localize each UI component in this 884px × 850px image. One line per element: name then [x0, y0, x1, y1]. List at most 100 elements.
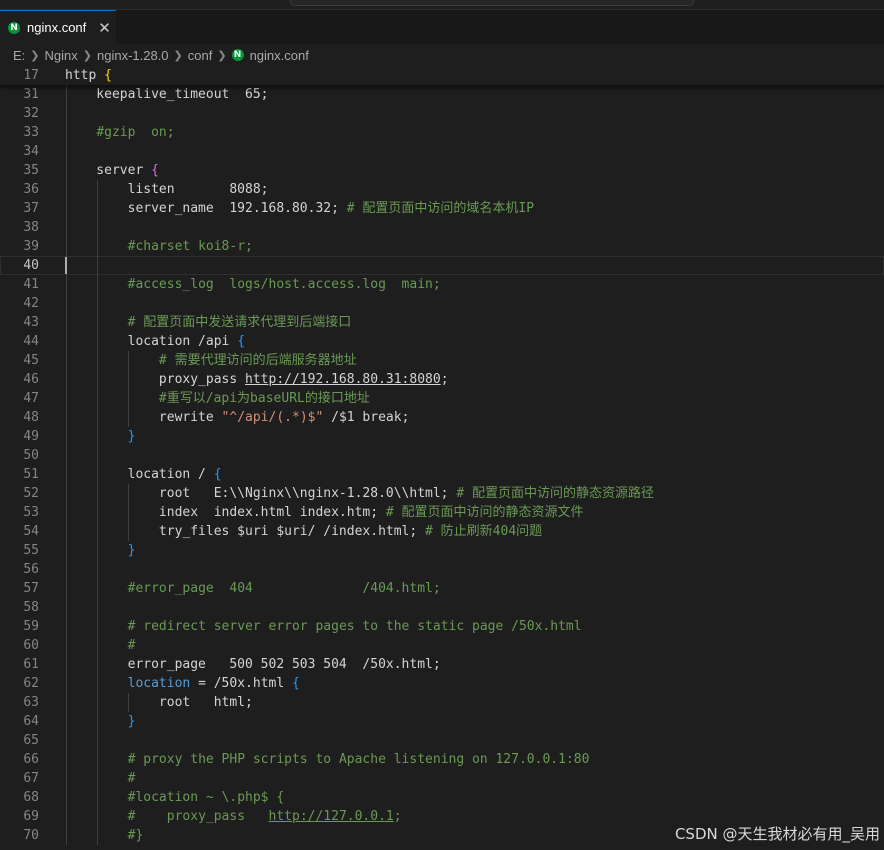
code-line[interactable]: 62 location = /50x.html { [0, 674, 884, 693]
code-line[interactable]: 56 [0, 560, 884, 579]
code-line[interactable]: 36 listen 8088; [0, 180, 884, 199]
line-number: 53 [23, 505, 39, 520]
code-line[interactable]: 61 error_page 500 502 503 504 /50x.html; [0, 655, 884, 674]
code-line[interactable]: 58 [0, 598, 884, 617]
sticky-code: http { [65, 66, 112, 85]
code-token: server_name 192.168.80.32; [65, 201, 347, 216]
indent-guide [97, 598, 98, 617]
code-line[interactable]: 42 [0, 294, 884, 313]
code-line[interactable]: 52 root E:\\Nginx\\nginx-1.28.0\\html; #… [0, 484, 884, 503]
code-token: { [292, 676, 300, 691]
line-number: 43 [23, 315, 39, 330]
code-token: location /api [65, 334, 238, 349]
code-line[interactable]: 37 server_name 192.168.80.32; # 配置页面中访问的… [0, 199, 884, 218]
code-token: ; [440, 372, 449, 387]
breadcrumb-item-conf[interactable]: conf [188, 48, 213, 63]
line-number: 38 [23, 220, 39, 235]
code-token: # redirect server error pages to the sta… [127, 619, 582, 634]
close-icon[interactable]: ✕ [98, 19, 111, 37]
code-token: { [213, 467, 222, 482]
code-line[interactable]: 44 location /api { [0, 332, 884, 351]
code-text: } [65, 541, 136, 560]
code-line[interactable]: 39 #charset koi8-r; [0, 237, 884, 256]
code-line[interactable]: 38 [0, 218, 884, 237]
code-text: server_name 192.168.80.32; # 配置页面中访问的域名本… [65, 199, 534, 218]
code-token: # [127, 771, 136, 786]
line-number: 54 [23, 524, 39, 539]
code-line[interactable]: 50 [0, 446, 884, 465]
code-token: # 配置页面中发送请求代理到后端接口 [127, 315, 352, 330]
tab-nginx-conf[interactable]: N nginx.conf ✕ [0, 10, 116, 44]
indent-guide [66, 294, 67, 313]
code-line[interactable]: 46 proxy_pass http://192.168.80.31:8080; [0, 370, 884, 389]
code-line[interactable]: 54 try_files $uri $uri/ /index.html; # 防… [0, 522, 884, 541]
code-token: } [127, 714, 136, 729]
breadcrumb-item-drive[interactable]: E: [13, 48, 25, 63]
code-line[interactable]: 48 rewrite "^/api/(.*)$" /$1 break; [0, 408, 884, 427]
code-text: rewrite "^/api/(.*)$" /$1 break; [65, 408, 409, 427]
code-text: #location ~ \.php$ { [65, 788, 285, 807]
breadcrumb-item-nginx[interactable]: Nginx [45, 48, 78, 63]
line-number: 41 [23, 277, 39, 292]
sticky-scroll-line[interactable]: 17 http { [0, 66, 884, 85]
line-number: 50 [23, 448, 39, 463]
code-editor[interactable]: 31 keepalive_timeout 65; 32 33 #gzip on; 34… [0, 85, 884, 850]
code-line[interactable]: 47 #重写以/api为baseURL的接口地址 [0, 389, 884, 408]
code-line[interactable]: 67 # [0, 769, 884, 788]
code-token: #error_page 404 /404.html; [127, 581, 441, 596]
line-number: 66 [23, 752, 39, 767]
code-token: # proxy the PHP scripts to Apache listen… [127, 752, 590, 767]
code-line[interactable]: 68 #location ~ \.php$ { [0, 788, 884, 807]
breadcrumb-item-nginx-version[interactable]: nginx-1.28.0 [97, 48, 169, 63]
code-line[interactable]: 55 } [0, 541, 884, 560]
breadcrumb-item-file[interactable]: nginx.conf [250, 48, 309, 63]
line-number: 40 [23, 258, 39, 273]
code-line[interactable]: 43 # 配置页面中发送请求代理到后端接口 [0, 313, 884, 332]
indent-guide [66, 598, 67, 617]
code-line[interactable]: 31 keepalive_timeout 65; [0, 85, 884, 104]
code-line[interactable]: 53 index index.html index.htm; # 配置页面中访问… [0, 503, 884, 522]
code-line[interactable]: 51 location / { [0, 465, 884, 484]
indent-guide [66, 446, 67, 465]
code-line[interactable]: 45 # 需要代理访问的后端服务器地址 [0, 351, 884, 370]
code-line[interactable]: 34 [0, 142, 884, 161]
code-text: # [65, 769, 136, 788]
code-token: # [127, 638, 136, 653]
code-line[interactable]: 64 } [0, 712, 884, 731]
code-text: #} [65, 826, 144, 845]
chevron-right-icon: ❯ [30, 48, 40, 62]
code-line[interactable]: 66 # proxy the PHP scripts to Apache lis… [0, 750, 884, 769]
code-token: # 防止刷新404问题 [425, 524, 543, 539]
code-line[interactable]: 65 [0, 731, 884, 750]
code-token: server [65, 163, 152, 178]
line-number: 32 [23, 106, 39, 121]
code-line[interactable]: 57 #error_page 404 /404.html; [0, 579, 884, 598]
line-number: 36 [23, 182, 39, 197]
code-line[interactable]: 63 root html; [0, 693, 884, 712]
code-line[interactable]: 40 [0, 256, 884, 275]
line-number: 49 [23, 429, 39, 444]
code-text: #access_log logs/host.access.log main; [65, 275, 441, 294]
code-token: #access_log logs/host.access.log main; [127, 277, 441, 292]
code-line[interactable]: 35 server { [0, 161, 884, 180]
code-line[interactable]: 59 # redirect server error pages to the … [0, 617, 884, 636]
line-number: 31 [23, 87, 39, 102]
indent-guide [66, 104, 67, 123]
code-line[interactable]: 60 # [0, 636, 884, 655]
line-number: 60 [23, 638, 39, 653]
code-text: location = /50x.html { [65, 674, 300, 693]
code-token: try_files $uri $uri/ /index.html; [65, 524, 426, 539]
code-line[interactable]: 32 [0, 104, 884, 123]
chevron-right-icon: ❯ [173, 48, 183, 62]
command-center-search[interactable] [290, 0, 694, 6]
code-text: listen 8088; [65, 180, 269, 199]
code-line[interactable]: 49 } [0, 427, 884, 446]
code-token: { [237, 334, 246, 349]
code-line[interactable]: 41 #access_log logs/host.access.log main… [0, 275, 884, 294]
code-line[interactable]: 33 #gzip on; [0, 123, 884, 142]
line-number: 34 [23, 144, 39, 159]
